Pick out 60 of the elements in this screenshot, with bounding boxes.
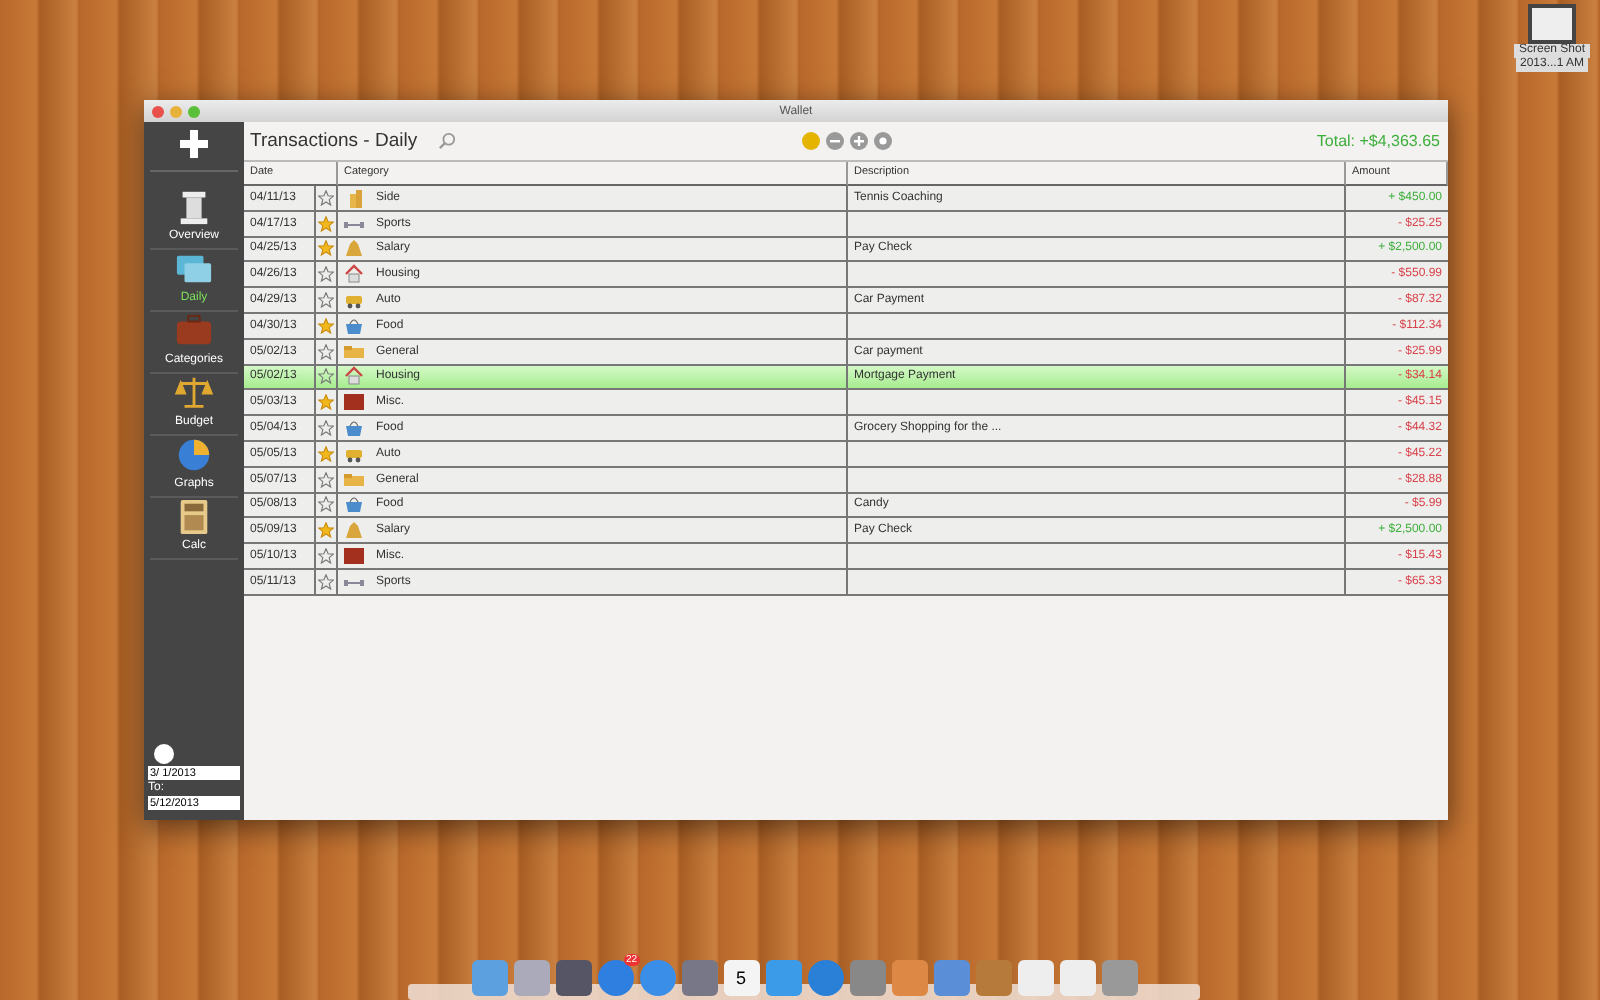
app-icon[interactable] (681, 960, 717, 996)
app-icon[interactable] (513, 960, 549, 996)
gear-icon (878, 136, 888, 146)
star-icon[interactable] (318, 266, 334, 283)
scale-icon (174, 374, 214, 412)
folder-icon (344, 469, 364, 490)
star-icon[interactable] (318, 368, 334, 385)
status-dot-button[interactable] (802, 132, 820, 150)
calendar-day: 5 (735, 968, 746, 988)
app-icon[interactable]: 5 (723, 960, 759, 996)
app-icon[interactable] (891, 960, 927, 996)
circle-toggle[interactable] (154, 744, 174, 764)
app-icon[interactable] (1059, 960, 1095, 996)
credit-cards-icon (174, 250, 214, 288)
app-icon[interactable] (1017, 960, 1053, 996)
star-icon[interactable] (318, 573, 334, 590)
app-icon[interactable] (1101, 960, 1137, 996)
plus-icon (854, 136, 864, 146)
view-title: Transactions - Daily (250, 130, 418, 152)
star-icon[interactable] (318, 445, 334, 462)
star-icon[interactable] (318, 292, 334, 309)
folder-icon (344, 341, 364, 362)
star-icon[interactable] (318, 317, 334, 334)
app-icon[interactable] (933, 960, 969, 996)
star-icon[interactable] (318, 394, 334, 411)
add-button[interactable] (150, 130, 238, 172)
app-icon[interactable] (975, 960, 1011, 996)
settings-button[interactable] (874, 132, 892, 150)
star-icon[interactable] (318, 522, 334, 539)
zoom-button[interactable] (188, 105, 200, 117)
app-icon[interactable] (471, 960, 507, 996)
car-icon (344, 290, 364, 311)
screenshot-file-icon[interactable] (1528, 4, 1576, 44)
app-icon[interactable] (807, 960, 843, 996)
basket-icon (344, 315, 364, 336)
app-icon[interactable] (765, 960, 801, 996)
pie-chart-icon (174, 436, 214, 474)
basket-icon (344, 494, 364, 515)
total-amount: Total: +$4,363.65 (1316, 132, 1440, 150)
house-icon (344, 366, 364, 387)
star-icon[interactable] (318, 240, 334, 257)
briefcase-icon (174, 312, 214, 350)
star-icon[interactable] (318, 420, 334, 437)
remove-button[interactable] (826, 132, 844, 150)
app-icon[interactable] (849, 960, 885, 996)
close-button[interactable] (152, 105, 164, 117)
plus-icon (180, 130, 208, 158)
app-icon[interactable] (555, 960, 591, 996)
minimize-button[interactable] (170, 105, 182, 117)
star-icon[interactable] (318, 343, 334, 360)
house-icon (344, 264, 364, 285)
minus-icon (830, 136, 840, 146)
star-icon[interactable] (318, 215, 334, 232)
star-icon[interactable] (318, 189, 334, 206)
star-icon[interactable] (318, 496, 334, 513)
app-icon[interactable] (639, 960, 675, 996)
star-icon[interactable] (318, 548, 334, 565)
basket-icon (344, 418, 364, 439)
search-icon[interactable] (437, 132, 456, 150)
star-icon[interactable] (318, 471, 334, 488)
